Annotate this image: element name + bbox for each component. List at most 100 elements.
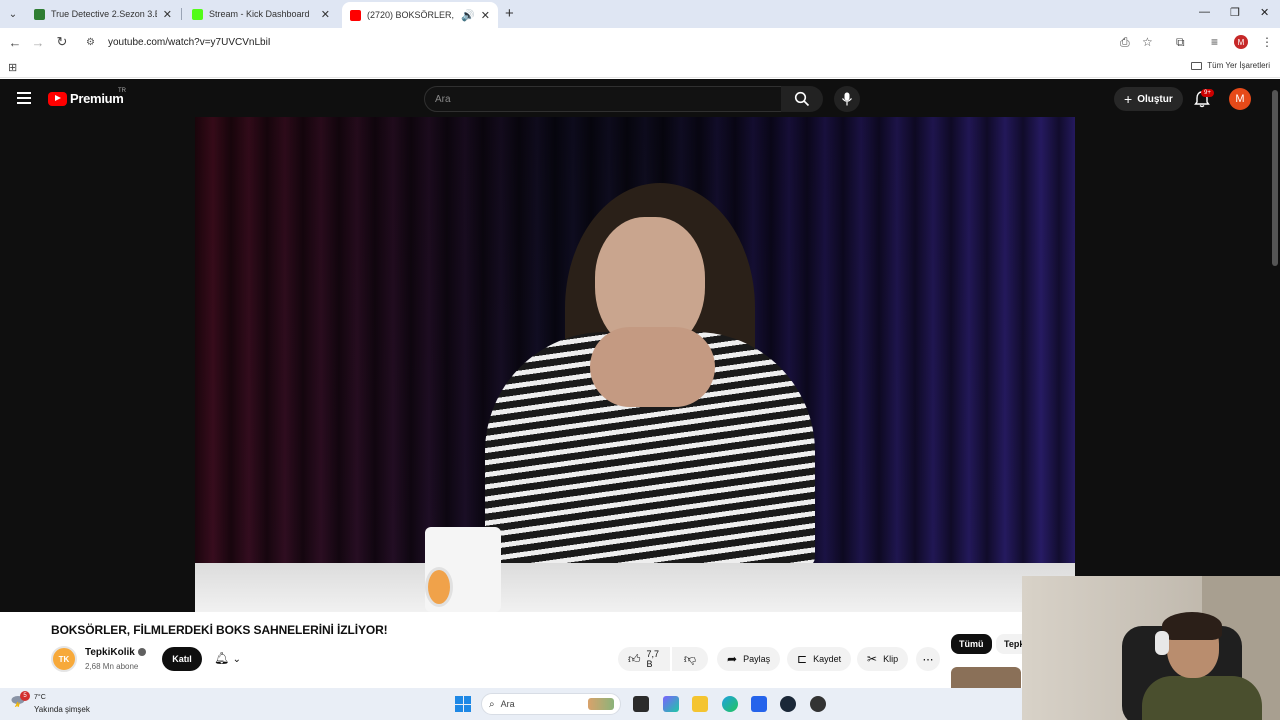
browser-profile-avatar[interactable]: M [1234,35,1248,49]
all-bookmarks-button[interactable]: Tüm Yer İşaretleri [1191,61,1270,70]
url-text[interactable]: youtube.com/watch?v=y7UVCVnLbiI [108,37,271,48]
clip-button[interactable]: ✂ Klip [857,647,909,671]
windows-start-icon[interactable] [455,696,471,712]
minimize-icon[interactable]: — [1199,6,1210,18]
close-icon[interactable]: ✕ [163,8,172,21]
plus-icon: + [1124,91,1133,107]
share-button[interactable]: ➦ Paylaş [717,647,781,671]
youtube-masthead: Premium TR Ara + Oluştur 9+ M [0,79,1270,119]
more-actions-icon[interactable]: ⋯ [916,647,940,671]
close-icon[interactable]: ✕ [321,8,330,21]
steam-icon[interactable] [780,696,796,712]
edge-icon[interactable] [722,696,738,712]
tab-divider [181,8,182,20]
tab-title: True Detective 2.Sezon 3.Bölüm [51,9,157,19]
search-placeholder: Ara [435,94,451,105]
tab-true-detective[interactable]: True Detective 2.Sezon 3.Bölüm ✕ [26,2,180,26]
new-tab-button[interactable]: + [505,5,514,22]
tab-kick-dashboard[interactable]: Stream - Kick Dashboard ✕ [184,2,338,26]
address-bar[interactable]: ⚙ youtube.com/watch?v=y7UVCVnLbiI [80,31,1110,53]
recommended-thumbnail[interactable] [951,667,1021,688]
browser-tab-strip: ⌄ True Detective 2.Sezon 3.Bölüm ✕ Strea… [0,0,1280,28]
notifications-badge: 9+ [1201,89,1214,97]
subscriber-count: 2,68 Mn abone [85,662,139,671]
site-info-icon[interactable]: ⚙ [86,37,100,48]
window-close-icon[interactable]: ✕ [1260,6,1269,19]
search-icon [794,91,810,107]
logo-text: Premium [70,91,124,106]
tab-youtube[interactable]: (2720) BOKSÖRLER, FİLMLE 🔊 ✕ [342,2,498,28]
like-count: 7,7 B [646,649,660,669]
clip-label: Klip [883,654,899,664]
back-arrow-icon[interactable]: ← [6,33,24,51]
apps-grid-icon[interactable]: ⊞ [8,61,17,74]
verified-icon [137,648,146,657]
close-icon[interactable]: ✕ [481,9,490,22]
chevron-down-icon[interactable]: ⌄ [233,654,241,665]
channel-name-row[interactable]: TepkiKolik [85,647,146,658]
save-label: Kaydet [813,654,842,664]
logo-region: TR [118,88,126,94]
webcam-person-body [1142,676,1262,720]
search-highlight-icon [588,698,614,710]
share-icon: ➦ [727,652,738,666]
temperature[interactable]: 7°C [34,694,46,701]
video-player[interactable] [195,117,1075,612]
weather-alert-badge: 5 [20,691,30,701]
tab-title: Stream - Kick Dashboard [209,9,310,19]
youtube-icon [350,9,361,21]
store-icon[interactable] [751,696,767,712]
browser-toolbar: ← → ↻ ⚙ youtube.com/watch?v=y7UVCVnLbiI … [0,28,1280,56]
thumbs-down-icon: 👎︎ [683,651,697,666]
subscription-bell-icon[interactable]: 🔔︎ ⌄ [214,651,241,665]
headset-icon [1155,631,1169,655]
share-label: Paylaş [743,654,771,664]
search-input[interactable]: Ara [424,86,782,112]
search-icon: ⌕ [489,698,495,710]
chip-all[interactable]: Tümü [951,634,992,654]
file-explorer-icon[interactable] [692,696,708,712]
bookmarks-bar: ⊞ Tüm Yer İşaretleri [0,56,1280,78]
restore-icon[interactable]: ❐ [1230,6,1240,19]
speaker-icon[interactable]: 🔊 [461,9,475,22]
weather-condition[interactable]: Yakında şimşek [34,705,90,714]
reload-icon[interactable]: ↻ [53,33,71,51]
channel-name[interactable]: TepkiKolik [85,647,135,658]
obs-icon[interactable] [810,696,826,712]
account-avatar[interactable]: M [1229,88,1251,110]
scrollbar-thumb[interactable] [1272,90,1278,266]
channel-avatar[interactable]: TK [51,646,77,672]
install-app-icon[interactable]: ⎙ [1120,35,1130,50]
windows-taskbar: 5 7°C Yakında şimşek ⌕ Ara [0,688,1022,720]
forward-arrow-icon[interactable]: → [29,33,47,51]
webcam-overlay [1022,576,1280,720]
kick-icon [192,8,203,20]
scissors-icon: ✂ [867,652,878,666]
browser-menu-icon[interactable]: ⋮ [1261,35,1273,49]
thumbs-up-icon: 👍︎ [628,651,641,666]
like-button[interactable]: 👍︎ 7,7 B [618,647,670,671]
copilot-icon[interactable] [663,696,679,712]
youtube-play-icon [48,91,67,106]
search-button[interactable] [781,86,823,112]
save-button[interactable]: ⊏ Kaydet [787,647,852,671]
join-button[interactable]: Katıl [162,647,202,671]
microphone-icon [842,92,852,106]
webcam-person-hair [1162,612,1222,640]
taskbar-search[interactable]: ⌕ Ara [481,693,621,715]
video-person-hands [590,327,715,407]
voice-search-button[interactable] [834,86,860,112]
media-control-icon[interactable]: ≡ [1211,35,1218,49]
task-view-icon[interactable] [633,696,649,712]
tab-search-icon[interactable]: ⌄ [4,5,22,23]
extensions-icon[interactable]: ⧉ [1176,35,1185,50]
screen: ⌄ True Detective 2.Sezon 3.Bölüm ✕ Strea… [0,0,1280,720]
create-button[interactable]: + Oluştur [1114,87,1183,111]
menu-icon[interactable] [17,92,31,104]
video-table [195,563,1075,612]
dislike-button[interactable]: 👎︎ [672,647,708,671]
bookmark-star-icon[interactable]: ☆ [1142,35,1153,49]
mug-logo-icon [425,567,453,607]
taskbar-search-label: Ara [500,699,515,709]
youtube-logo[interactable]: Premium TR [48,88,126,106]
